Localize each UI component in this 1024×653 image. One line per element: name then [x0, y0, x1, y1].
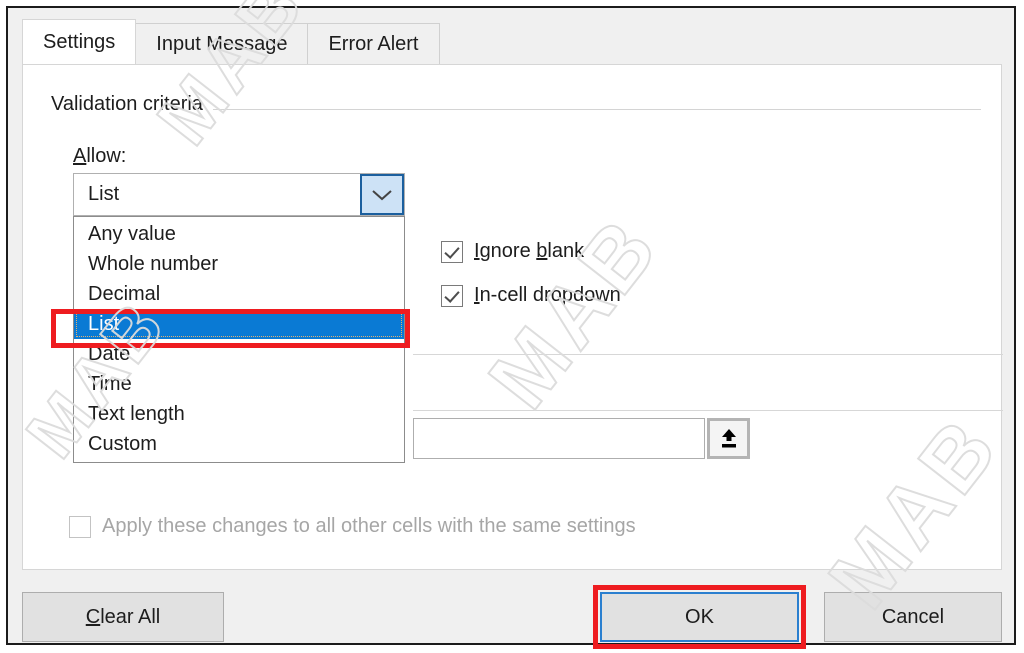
- list-item-selected[interactable]: List: [74, 309, 404, 339]
- source-row-separator: [413, 410, 1003, 411]
- list-item[interactable]: Time: [74, 369, 404, 399]
- ignore-blank-label: Ignore blank: [474, 240, 584, 263]
- range-collapse-icon[interactable]: [707, 418, 750, 459]
- ignore-blank-accel-2: b: [536, 240, 548, 262]
- tab-input-message-label: Input Message: [156, 32, 288, 55]
- list-item[interactable]: Date: [74, 339, 404, 369]
- validation-criteria-label: Validation criteria: [51, 93, 213, 116]
- clear-all-button[interactable]: Clear All: [22, 592, 224, 642]
- tab-strip: Settings Input Message Error Alert: [22, 19, 440, 64]
- chevron-down-icon[interactable]: [360, 174, 404, 215]
- checkbox-box: [69, 515, 91, 538]
- range-collapse-glyph: [721, 428, 736, 447]
- settings-panel: Validation criteria Allow: List Any valu…: [22, 64, 1003, 570]
- tab-error-alert-label: Error Alert: [328, 32, 419, 55]
- tab-error-alert[interactable]: Error Alert: [307, 23, 440, 64]
- cancel-button[interactable]: Cancel: [824, 592, 1002, 642]
- allow-label-rest: llow:: [86, 145, 127, 167]
- clear-all-accel: C: [85, 605, 101, 628]
- in-cell-dropdown-checkbox[interactable]: In-cell dropdown: [441, 284, 621, 307]
- ignore-blank-checkbox[interactable]: Ignore blank: [441, 240, 584, 263]
- allow-label-accel: A: [73, 145, 87, 167]
- tab-settings-label: Settings: [43, 30, 116, 53]
- list-item[interactable]: Text length: [74, 399, 404, 429]
- ignore-blank-text-2: lank: [547, 240, 585, 262]
- apply-all-label: Apply these changes to all other cells w…: [102, 515, 636, 537]
- checkbox-box[interactable]: [441, 284, 463, 307]
- allow-combobox-value: List: [88, 183, 120, 205]
- allow-label: Allow:: [73, 145, 126, 168]
- source-input[interactable]: [413, 418, 705, 459]
- list-item[interactable]: Any value: [74, 219, 404, 249]
- data-validation-dialog: Settings Input Message Error Alert Valid…: [6, 0, 1019, 649]
- allow-dropdown-list[interactable]: Any value Whole number Decimal List Date…: [73, 216, 405, 463]
- chevron-down-glyph: [372, 189, 392, 200]
- list-item[interactable]: Whole number: [74, 249, 404, 279]
- cancel-label: Cancel: [881, 605, 945, 628]
- ok-label: OK: [685, 605, 714, 628]
- in-cell-dropdown-label: In-cell dropdown: [474, 284, 621, 307]
- allow-combobox[interactable]: List: [73, 173, 405, 216]
- list-item[interactable]: Custom: [74, 429, 404, 459]
- tab-input-message[interactable]: Input Message: [135, 23, 309, 64]
- data-row-separator: [413, 354, 1003, 355]
- list-item[interactable]: Decimal: [74, 279, 404, 309]
- checkbox-box[interactable]: [441, 240, 463, 263]
- in-cell-text: n-cell dropdown: [479, 284, 621, 306]
- ok-button[interactable]: OK: [600, 592, 799, 642]
- apply-all-checkbox: Apply these changes to all other cells w…: [69, 515, 636, 538]
- tab-settings[interactable]: Settings: [22, 19, 137, 64]
- clear-all-rest: lear All: [100, 605, 161, 628]
- ignore-blank-text-1: gnore: [479, 240, 537, 262]
- clear-all-label: Clear All: [86, 606, 160, 629]
